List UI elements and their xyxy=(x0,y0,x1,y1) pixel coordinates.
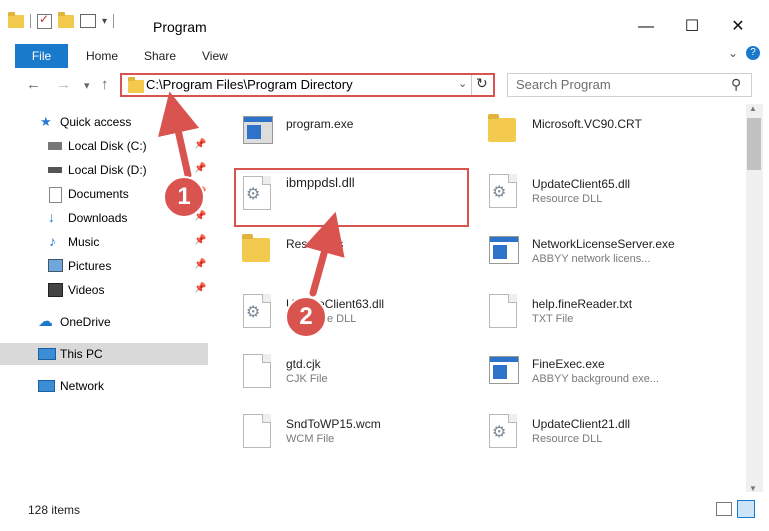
step-badge-2: 2 xyxy=(285,296,327,338)
step-badge-1: 1 xyxy=(163,176,205,218)
arrow-to-file xyxy=(304,211,345,297)
arrow-to-address-bar xyxy=(158,91,200,179)
annotation-arrows xyxy=(158,91,345,297)
